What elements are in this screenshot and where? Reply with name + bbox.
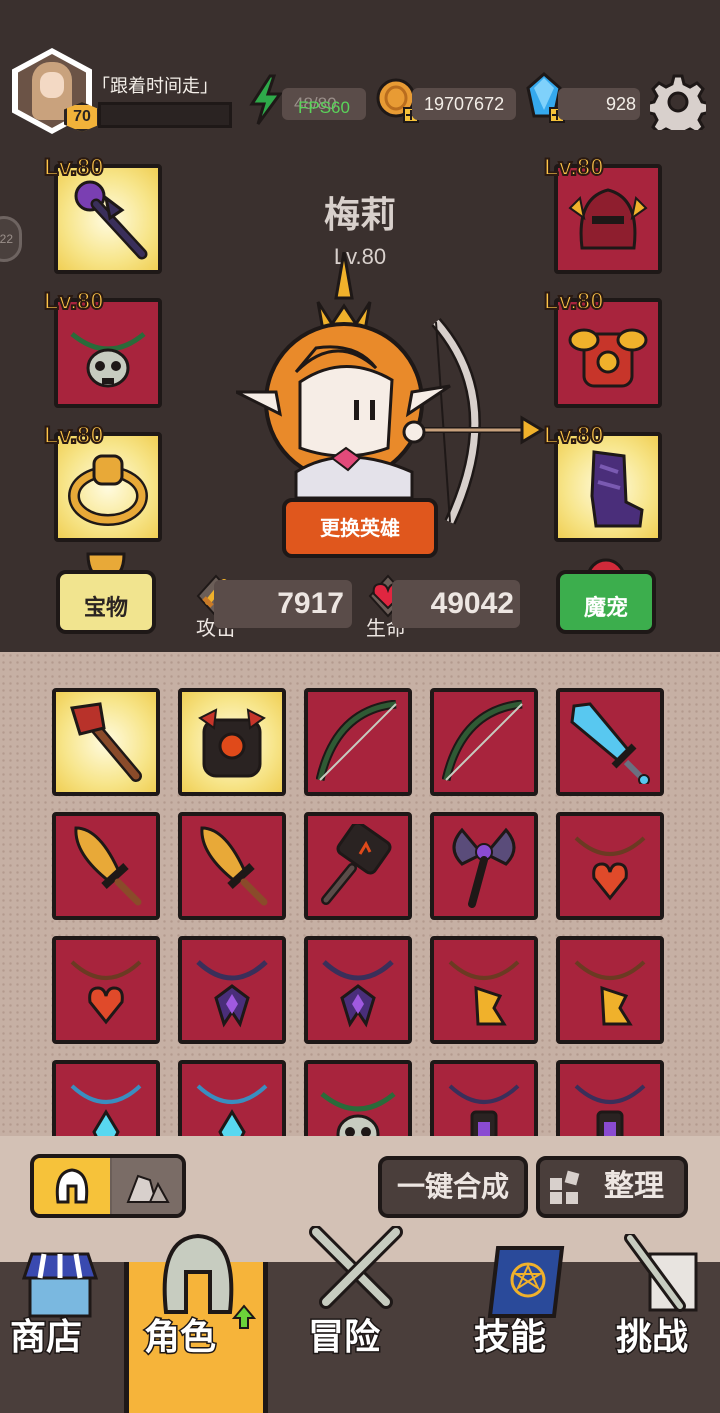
flame-helmet-icon [568, 188, 648, 250]
nav-tab-hero[interactable]: 角色 [124, 1233, 268, 1413]
meat-club-icon [70, 702, 142, 782]
shadow-staff-icon [74, 180, 148, 260]
treasure-button[interactable]: 宝物 [56, 570, 156, 634]
inventory-item[interactable] [178, 936, 286, 1044]
nav-skills-label: 技能 [472, 1316, 547, 1360]
gem-value: 928 [605, 94, 636, 114]
golden-sword-icon [74, 826, 142, 906]
inventory-item[interactable] [556, 688, 664, 796]
inventory-filter-toggle[interactable] [30, 1154, 186, 1218]
inventory-item[interactable] [52, 1060, 160, 1136]
equip-slot-armor[interactable]: Lv.80 [543, 287, 662, 408]
player-name: 「跟着时间走」 [92, 76, 218, 97]
knight-helmet-icon [162, 1233, 234, 1314]
shadow-necklace-icon [322, 960, 394, 1028]
nav-shop-label: 商店 [8, 1316, 83, 1360]
inventory-item[interactable] [178, 688, 286, 796]
top-status-bar: 70 「跟着时间走」 48/80 FPS60 19707672 928 [0, 0, 720, 150]
inventory-item[interactable] [52, 936, 160, 1044]
pet-button[interactable]: 魔宠 [556, 570, 656, 634]
inventory-grid[interactable] [0, 652, 720, 1136]
gold-armor-icon [568, 328, 648, 388]
shadow-boots-icon [590, 450, 644, 528]
hero-name: 梅莉 [323, 195, 396, 236]
shadow-necklace-icon [196, 960, 268, 1028]
side-drawer-tab[interactable]: 22 [0, 216, 22, 262]
inventory-item[interactable] [52, 688, 160, 796]
equip-slot-boots[interactable]: Lv.80 [543, 421, 662, 542]
nav-tab-skills[interactable]: 技能 [444, 1246, 594, 1413]
settings-gear-icon[interactable] [650, 74, 706, 130]
nav-hero-label: 角色 [142, 1316, 217, 1360]
axe-necklace-icon [448, 960, 520, 1026]
inventory-item[interactable] [52, 812, 160, 920]
inventory-item[interactable] [304, 812, 412, 920]
vine-bow-icon [316, 700, 397, 782]
inventory-item[interactable] [556, 936, 664, 1044]
lantern-necklace-icon [448, 1084, 520, 1136]
equip-slot-weapon[interactable]: Lv.80 [43, 153, 162, 274]
sword-scroll-icon [624, 1234, 698, 1312]
nav-adventure-label: 冒险 [306, 1316, 381, 1360]
equip-slot-helmet[interactable]: Lv.80 [543, 153, 662, 274]
inventory-item[interactable] [556, 1060, 664, 1136]
sort-blocks-icon [550, 1170, 580, 1204]
nav-tab-adventure[interactable]: 冒险 [268, 1226, 444, 1413]
vine-bow-icon [442, 700, 523, 782]
inventory-item[interactable] [430, 812, 538, 920]
heart-necklace-icon [70, 960, 142, 1025]
skull-necklace-icon [70, 332, 146, 388]
equip-slot-ring[interactable]: Lv.80 [43, 421, 162, 542]
lava-armor-icon [198, 708, 266, 778]
heart-necklace-icon [574, 836, 646, 901]
inventory-item[interactable] [304, 936, 412, 1044]
coin-value: 19707672 [424, 94, 505, 114]
inventory-item[interactable] [430, 936, 538, 1044]
equip-slot-necklace[interactable]: Lv.80 [43, 287, 162, 408]
swap-hero-button[interactable]: 更换英雄 [282, 498, 438, 558]
nav-tab-shop[interactable]: 商店 [0, 1252, 124, 1413]
material-filter-tab[interactable] [112, 1158, 182, 1214]
golden-sword-icon [200, 826, 268, 906]
helmet-icon [55, 1168, 89, 1204]
hp-value: 49042 [392, 580, 520, 628]
crystal-necklace-icon [70, 1084, 142, 1136]
nav-challenge-label: 挑战 [614, 1316, 689, 1360]
attack-value: 7917 [214, 580, 352, 628]
inventory-item[interactable] [430, 1060, 538, 1136]
inventory-item[interactable] [178, 1060, 286, 1136]
inventory-item[interactable] [556, 812, 664, 920]
fist-ring-icon [68, 454, 148, 526]
inventory-item[interactable] [304, 688, 412, 796]
skull-necklace-icon [320, 1092, 396, 1136]
upgrade-arrow-icon [232, 1304, 256, 1329]
nav-tab-challenge[interactable]: 挑战 [594, 1234, 720, 1413]
shadow-axe-icon [452, 827, 516, 908]
lightning-energy-icon [249, 74, 283, 125]
merge-all-button[interactable]: 一键合成 [378, 1156, 528, 1218]
crossed-swords-icon [309, 1226, 403, 1309]
fire-hammer-icon [321, 824, 392, 905]
equipment-filter-tab[interactable] [34, 1158, 110, 1214]
inventory-item[interactable] [178, 812, 286, 920]
inventory-item[interactable] [304, 1060, 412, 1136]
fps-overlay: FPS60 [298, 98, 350, 117]
inventory-item[interactable] [430, 688, 538, 796]
experience-bar [98, 102, 232, 128]
ore-rocks-icon [126, 1174, 170, 1203]
lantern-necklace-icon [574, 1084, 646, 1136]
axe-necklace-icon [574, 960, 646, 1026]
crystal-necklace-icon [196, 1084, 268, 1136]
ice-sword-icon [570, 702, 650, 784]
